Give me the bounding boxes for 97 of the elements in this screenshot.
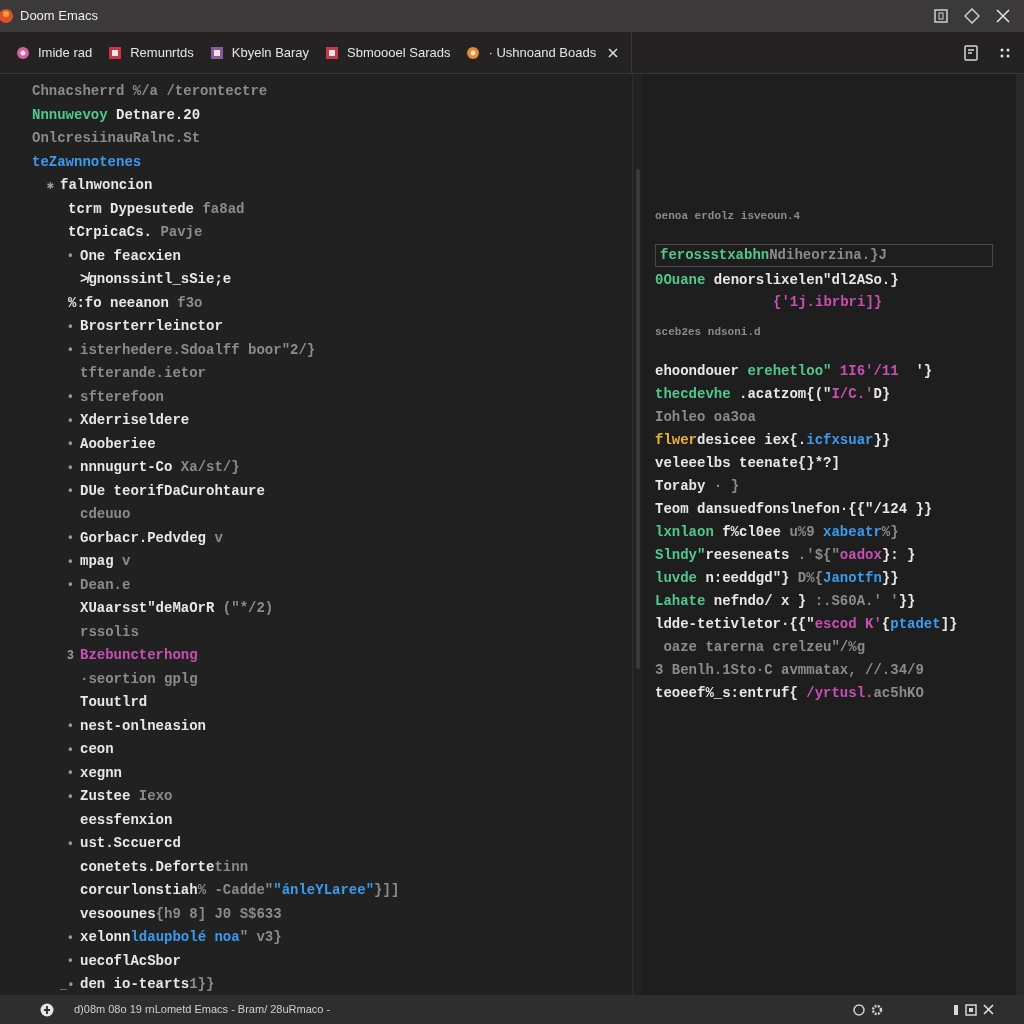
code-line: Nnnuwevoy Detnare.20: [32, 105, 201, 125]
bullet-marker: •: [65, 929, 75, 947]
code-line: oaze tarerna crelzeu"/%g: [662, 638, 866, 657]
code-line: oenoa erdolz isveoun.4: [655, 209, 801, 224]
bullet-marker: 3: [65, 647, 75, 665]
bullet-marker: •: [65, 741, 75, 759]
code-line: ehoondouer erehetloo" 1I6'/11 '}: [655, 362, 933, 381]
bullet-marker: •: [65, 765, 75, 783]
code-line: tcrm Dypesutede fa8ad: [68, 199, 245, 219]
code-line: Teom dansuedfonslnefon·{{"/124 }}: [655, 500, 933, 519]
code-line: eessfenxion: [80, 810, 173, 830]
bar-icon[interactable]: [953, 1003, 959, 1016]
bullet-marker: •: [65, 318, 75, 336]
bullet-marker: •: [65, 835, 75, 853]
code-line: lxnlaon f%cl0ee u%9 xabeatr%}: [655, 523, 899, 542]
code-line: DUe teorifDaCurohtaure: [80, 481, 265, 501]
code-line: cdeuuo: [80, 505, 131, 525]
code-line: Slndy"reeseneats .'${"oadox}: }: [655, 546, 916, 565]
bullet-marker: •: [65, 530, 75, 548]
bullet-marker: •: [65, 248, 75, 266]
code-line: Toraby · }: [655, 477, 740, 496]
code-line: vesoounes{h9 8] J0 S$633: [80, 904, 282, 924]
code-line: %:fo neeanon f3o: [68, 293, 203, 313]
tab[interactable]: Kbyeln Baray: [201, 32, 318, 73]
bullet-marker: •: [65, 436, 75, 454]
code-line: XUaarsst"deMaOrR ("*/2): [80, 599, 274, 619]
bullet-marker: •: [65, 953, 75, 971]
code-line: nnnugurt-Co Xa/st/}: [80, 458, 240, 478]
bullet-marker: •: [65, 389, 75, 407]
code-line: ust.Sccuercd: [80, 834, 181, 854]
code-line: isterhedere.Sdoalff boor"2/}: [80, 340, 316, 360]
code-line: tfterande.ietor: [80, 364, 207, 384]
code-line: sceb2es ndsoni.d: [655, 325, 761, 340]
bullet-marker: •: [65, 788, 75, 806]
code-line: ·seortion gplg: [80, 669, 198, 689]
code-line: uecoflAcSbor: [80, 951, 181, 971]
code-line: 0Ouane denorslixelen"dl2ASo.}: [655, 271, 899, 290]
code-line: nest-onlneasion: [80, 716, 207, 736]
code-line: 3 Benlh.1Sto·C avmmatax, //.34/9: [655, 661, 924, 680]
dots-icon[interactable]: [1000, 47, 1010, 58]
code-line: corcurlonstiah% -Cadde""ánleYLaree"}]]: [80, 881, 400, 901]
code-line: Xderriseldere: [80, 411, 190, 431]
bullet-marker: •: [65, 553, 75, 571]
code-line: mpag v: [80, 552, 131, 572]
app-logo-icon: [0, 8, 14, 24]
window-title: Doom Emacs: [20, 7, 99, 26]
bullet-marker: ✱: [45, 177, 55, 195]
code-line: ldde-tetivletor·{{"escod K'{ptadet]}: [655, 615, 958, 634]
code-line: Lahate nefndo/ x } :.S60A.' '}}: [655, 592, 916, 611]
code-line: Iohleo oa3oa: [655, 408, 756, 427]
code-line: rssolis: [80, 622, 139, 642]
code-line: Zustee Iexo: [80, 787, 173, 807]
bullet-marker: •: [65, 342, 75, 360]
code-line: Dean.e: [80, 575, 131, 595]
code-line: Touutlrd: [80, 693, 148, 713]
bullet-marker: •: [65, 459, 75, 477]
code-line: teZawnnotenes: [32, 152, 142, 172]
code-line: teoeef%_s:entruf{ /yrtusl.ac5hKO: [655, 684, 924, 703]
code-line: sfterefoon: [80, 387, 164, 407]
bullet-marker: •: [65, 577, 75, 595]
maximize-icon[interactable]: [934, 9, 948, 23]
code-line: conetets.Defortetinn: [80, 857, 249, 877]
tab[interactable]: Remunrtds: [100, 32, 202, 73]
code-line: falnwoncion: [60, 176, 153, 196]
code-line: xelonnldaupbolé noa" v3}: [80, 928, 282, 948]
bullet-marker: _•: [60, 976, 76, 994]
bullet-marker: •: [65, 412, 75, 430]
tab[interactable]: Imide rad: [8, 32, 101, 73]
document-icon[interactable]: [964, 44, 978, 61]
close-icon[interactable]: [996, 9, 1010, 23]
window-icon[interactable]: [965, 1003, 977, 1016]
code-line: Aooberiee: [80, 434, 156, 454]
code-line: Chnacsherrd %/a /terontectre: [32, 82, 268, 102]
code-line: ≯gnonssintl_sSie;e: [80, 270, 232, 290]
close-icon[interactable]: [608, 47, 619, 58]
code-line: tCrpicaCs. Pavje: [68, 223, 203, 243]
status-text: d)08m 08o 19 rnLometd Emacs - Bram/ 28uRmaco -: [74, 1002, 331, 1018]
code-line: ceon: [80, 740, 114, 760]
code-line: OnlcresiinauRalnc.St: [32, 129, 201, 149]
bullet-marker: •: [65, 718, 75, 736]
code-line: flwerdesicee iex{.icfxsuar}}: [655, 431, 891, 450]
code-line: Brosrterrleinctor: [80, 317, 223, 337]
code-line: thecdevhe .acatzom{("I/C.'D}: [655, 385, 891, 404]
circle-icon[interactable]: [40, 1002, 54, 1017]
code-line: One feacxien: [80, 246, 181, 266]
code-line: veleeelbs teenate{}*?]: [655, 454, 840, 473]
code-line: Gorbacr.Pedvdeg v: [80, 528, 223, 548]
tab[interactable]: Sbmoooel Sarads: [317, 32, 459, 73]
diamond-icon[interactable]: [964, 8, 980, 24]
code-line: Bzebuncterhong: [80, 646, 198, 666]
code-line: luvde n:eeddgd"} D%{Janotfn}}: [655, 569, 899, 588]
code-line: {'1j.ibrbri]}: [772, 293, 883, 312]
tab[interactable]: · Ushnoand Boads: [458, 32, 627, 73]
code-line: den io-tearts1}}: [80, 975, 215, 995]
close-icon[interactable]: [983, 1004, 994, 1015]
bullet-marker: •: [65, 483, 75, 501]
code-line: xegnn: [80, 763, 122, 783]
